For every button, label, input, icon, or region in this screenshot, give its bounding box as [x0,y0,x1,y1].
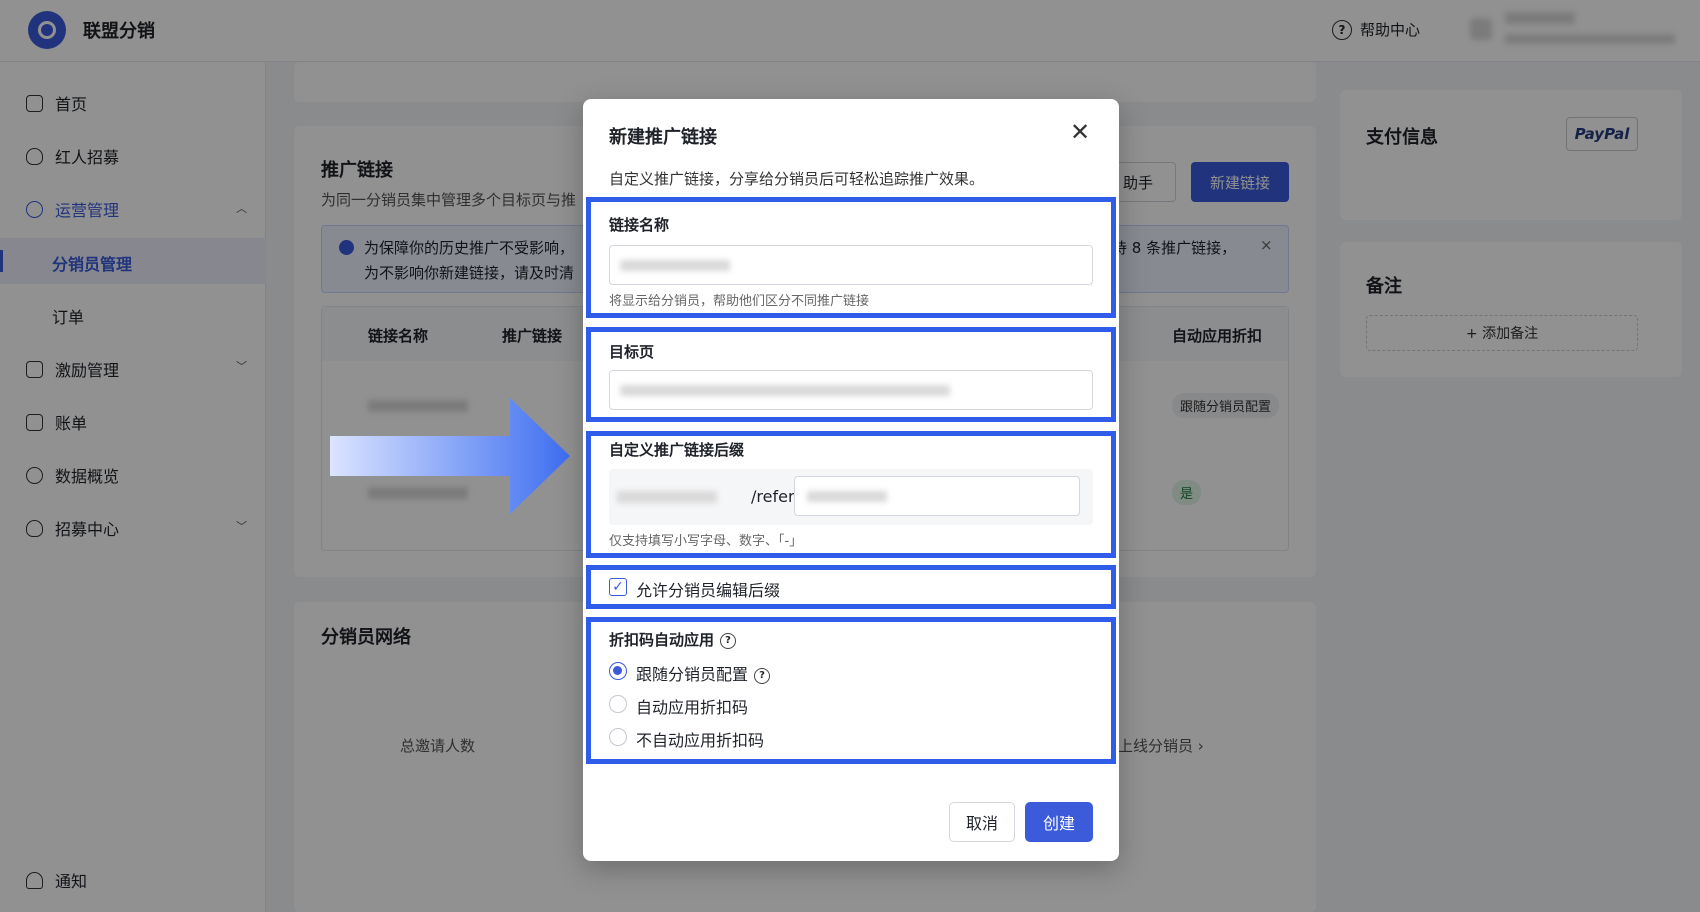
annotation-arrow-icon [330,398,570,514]
option-no-auto-apply[interactable]: 不自动应用折扣码 [636,727,764,751]
input-value [620,260,730,271]
link-name-input[interactable] [609,245,1093,285]
option-follow-reseller[interactable]: 跟随分销员配置? [636,661,771,685]
close-icon[interactable]: ✕ [1067,119,1093,145]
input-value [807,491,887,502]
link-name-label: 链接名称 [609,216,670,234]
allow-edit-checkbox[interactable]: ✓ [609,578,627,596]
discount-label-text: 折扣码自动应用 [609,631,715,649]
suffix-hint: 仅支持填写小写字母、数字、「-」 [609,534,803,549]
dialog-title: 新建推广链接 [609,127,717,148]
create-button[interactable]: 创建 [1025,802,1093,842]
discount-label: 折扣码自动应用? [609,629,737,650]
option-label: 跟随分销员配置 [636,665,749,684]
radio-follow-reseller[interactable] [609,662,627,680]
dialog-description: 自定义推广链接，分享给分销员后可轻松追踪推广效果。 [609,170,985,188]
suffix-input[interactable] [794,476,1080,516]
domain-prefix [617,491,717,503]
suffix-label: 自定义推广链接后缀 [609,441,745,459]
input-value [620,385,950,396]
help-icon[interactable]: ? [754,667,771,684]
suffix-field-group: /referral/ [609,469,1093,525]
target-page-input[interactable] [609,370,1093,410]
radio-no-auto-apply[interactable] [609,728,627,746]
radio-auto-apply[interactable] [609,695,627,713]
link-name-hint: 将显示给分销员，帮助他们区分不同推广链接 [609,294,870,309]
target-page-label: 目标页 [609,343,655,361]
allow-edit-label[interactable]: 允许分销员编辑后缀 [636,577,780,601]
help-icon[interactable]: ? [720,632,737,649]
new-link-dialog: 新建推广链接 ✕ 自定义推广链接，分享给分销员后可轻松追踪推广效果。 链接名称 … [583,99,1119,861]
cancel-button[interactable]: 取消 [949,802,1015,842]
option-auto-apply[interactable]: 自动应用折扣码 [636,694,748,718]
